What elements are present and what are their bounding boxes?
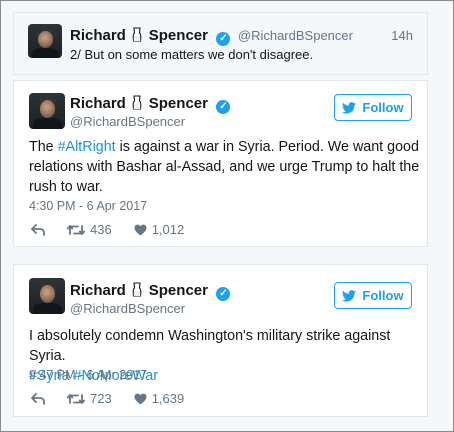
heart-icon bbox=[134, 224, 147, 235]
tweet-timestamp[interactable]: 9:47 PM - 6 Apr 2017 bbox=[29, 368, 147, 382]
reply-tweet-card[interactable]: Richard Spencer ✓ @RichardBSpencer 14h 2… bbox=[13, 12, 428, 75]
handle[interactable]: @RichardBSpencer bbox=[70, 301, 185, 316]
reply-button[interactable] bbox=[31, 223, 45, 236]
retweet-button[interactable]: 436 bbox=[67, 222, 112, 237]
reply-button[interactable] bbox=[31, 392, 45, 405]
milk-glass-emoji-icon bbox=[132, 27, 142, 47]
follow-label: Follow bbox=[362, 288, 404, 303]
display-name[interactable]: Richard bbox=[70, 27, 126, 44]
verified-icon: ✓ bbox=[216, 287, 231, 301]
retweet-count: 723 bbox=[90, 391, 112, 406]
retweet-count: 436 bbox=[90, 222, 112, 237]
tweet-actions: 723 1,639 bbox=[31, 391, 206, 406]
follow-button[interactable]: Follow bbox=[334, 282, 412, 309]
like-button[interactable]: 1,639 bbox=[134, 391, 185, 406]
twitter-bird-icon bbox=[342, 101, 357, 114]
reply-icon bbox=[31, 223, 45, 236]
hashtag-link[interactable]: #AltRight bbox=[58, 139, 116, 155]
like-count: 1,012 bbox=[151, 222, 185, 237]
tweet-card-2[interactable]: Richard Spencer ✓ @RichardBSpencer Follo… bbox=[13, 264, 428, 417]
follow-button[interactable]: Follow bbox=[334, 94, 412, 121]
retweet-icon bbox=[67, 393, 85, 404]
tweet-time[interactable]: 14h bbox=[391, 28, 413, 43]
display-name-suffix[interactable]: Spencer bbox=[149, 95, 208, 112]
avatar[interactable] bbox=[29, 93, 65, 129]
display-name[interactable]: Richard bbox=[70, 282, 126, 299]
retweet-button[interactable]: 723 bbox=[67, 391, 112, 406]
verified-icon: ✓ bbox=[216, 32, 231, 46]
milk-glass-emoji-icon bbox=[132, 282, 142, 302]
display-name-suffix[interactable]: Spencer bbox=[149, 282, 208, 299]
avatar[interactable] bbox=[29, 278, 65, 314]
display-name[interactable]: Richard bbox=[70, 95, 126, 112]
reply-icon bbox=[31, 392, 45, 405]
tweet-card-1[interactable]: Richard Spencer ✓ @RichardBSpencer Follo… bbox=[13, 80, 428, 247]
tweet-text: The #AltRight is against a war in Syria.… bbox=[29, 139, 420, 195]
avatar[interactable] bbox=[28, 24, 62, 58]
retweet-icon bbox=[67, 224, 85, 235]
tweet-actions: 436 1,012 bbox=[31, 222, 206, 237]
tweet-text: 2/ But on some matters we don't disagree… bbox=[70, 47, 314, 62]
like-button[interactable]: 1,012 bbox=[134, 222, 185, 237]
like-count: 1,639 bbox=[151, 391, 185, 406]
handle[interactable]: @RichardBSpencer bbox=[238, 28, 353, 43]
verified-icon: ✓ bbox=[216, 100, 231, 114]
twitter-bird-icon bbox=[342, 289, 357, 302]
tweet-timestamp[interactable]: 4:30 PM - 6 Apr 2017 bbox=[29, 199, 147, 213]
handle[interactable]: @RichardBSpencer bbox=[70, 114, 185, 129]
milk-glass-emoji-icon bbox=[132, 95, 142, 115]
heart-icon bbox=[134, 393, 147, 404]
display-name-suffix[interactable]: Spencer bbox=[149, 27, 208, 44]
follow-label: Follow bbox=[362, 100, 404, 115]
